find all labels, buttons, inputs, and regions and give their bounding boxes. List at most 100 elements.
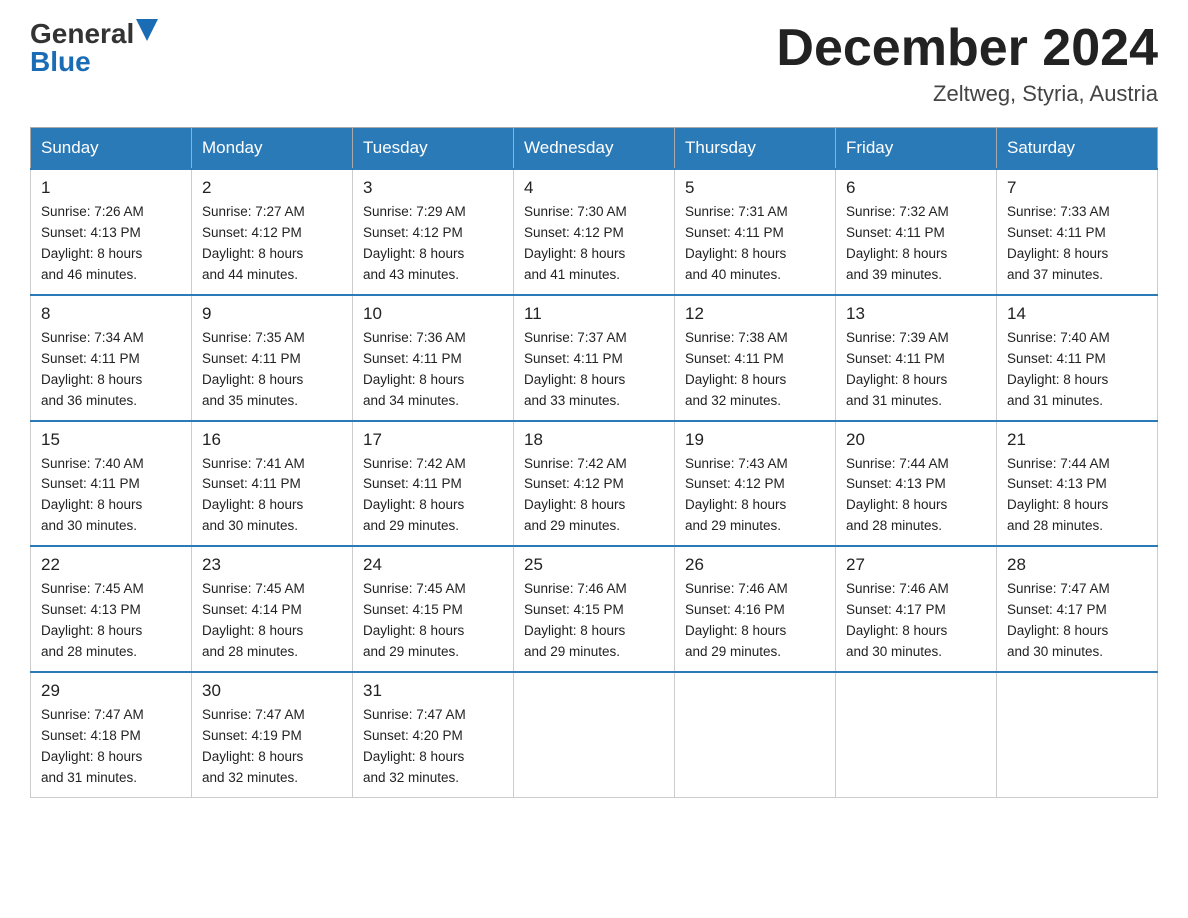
weekday-header-friday: Friday — [836, 128, 997, 170]
day-info: Sunrise: 7:45 AMSunset: 4:14 PMDaylight:… — [202, 579, 342, 663]
weekday-header-row: SundayMondayTuesdayWednesdayThursdayFrid… — [31, 128, 1158, 170]
calendar-cell — [997, 672, 1158, 797]
day-number: 4 — [524, 178, 664, 198]
calendar-cell: 20 Sunrise: 7:44 AMSunset: 4:13 PMDayligh… — [836, 421, 997, 547]
day-number: 29 — [41, 681, 181, 701]
calendar-cell: 5Sunrise: 7:31 AMSunset: 4:11 PMDaylight… — [675, 169, 836, 295]
month-title: December 2024 — [776, 20, 1158, 77]
calendar-week-row: 1 Sunrise: 7:26 AMSunset: 4:13 PMDaylight… — [31, 169, 1158, 295]
calendar-cell: 18 Sunrise: 7:42 AMSunset: 4:12 PMDayligh… — [514, 421, 675, 547]
calendar-cell: 4 Sunrise: 7:30 AMSunset: 4:12 PMDaylight… — [514, 169, 675, 295]
day-info: Sunrise: 7:45 AMSunset: 4:13 PMDaylight:… — [41, 579, 181, 663]
calendar-cell: 25Sunrise: 7:46 AMSunset: 4:15 PMDayligh… — [514, 546, 675, 672]
day-info: Sunrise: 7:44 AMSunset: 4:13 PMDaylight:… — [846, 454, 986, 538]
day-number: 10 — [363, 304, 503, 324]
day-number: 31 — [363, 681, 503, 701]
day-number: 26 — [685, 555, 825, 575]
weekday-header-saturday: Saturday — [997, 128, 1158, 170]
calendar-cell: 1 Sunrise: 7:26 AMSunset: 4:13 PMDaylight… — [31, 169, 192, 295]
calendar-cell: 21 Sunrise: 7:44 AMSunset: 4:13 PMDayligh… — [997, 421, 1158, 547]
calendar-week-row: 22Sunrise: 7:45 AMSunset: 4:13 PMDayligh… — [31, 546, 1158, 672]
calendar-cell: 2 Sunrise: 7:27 AMSunset: 4:12 PMDaylight… — [192, 169, 353, 295]
calendar-cell: 12 Sunrise: 7:38 AMSunset: 4:11 PMDayligh… — [675, 295, 836, 421]
day-info: Sunrise: 7:37 AMSunset: 4:11 PMDaylight:… — [524, 328, 664, 412]
day-info: Sunrise: 7:30 AMSunset: 4:12 PMDaylight:… — [524, 202, 664, 286]
day-info: Sunrise: 7:34 AMSunset: 4:11 PMDaylight:… — [41, 328, 181, 412]
day-info: Sunrise: 7:47 AMSunset: 4:20 PMDaylight:… — [363, 705, 503, 789]
calendar-cell: 9 Sunrise: 7:35 AMSunset: 4:11 PMDaylight… — [192, 295, 353, 421]
calendar-cell: 16 Sunrise: 7:41 AMSunset: 4:11 PMDayligh… — [192, 421, 353, 547]
day-number: 6 — [846, 178, 986, 198]
day-info: Sunrise: 7:47 AMSunset: 4:18 PMDaylight:… — [41, 705, 181, 789]
day-info: Sunrise: 7:33 AMSunset: 4:11 PMDaylight:… — [1007, 202, 1147, 286]
day-info: Sunrise: 7:47 AMSunset: 4:17 PMDaylight:… — [1007, 579, 1147, 663]
calendar-cell: 11 Sunrise: 7:37 AMSunset: 4:11 PMDayligh… — [514, 295, 675, 421]
day-number: 20 — [846, 430, 986, 450]
day-info: Sunrise: 7:44 AMSunset: 4:13 PMDaylight:… — [1007, 454, 1147, 538]
weekday-header-thursday: Thursday — [675, 128, 836, 170]
calendar-cell: 15Sunrise: 7:40 AMSunset: 4:11 PMDayligh… — [31, 421, 192, 547]
day-number: 30 — [202, 681, 342, 701]
day-info: Sunrise: 7:40 AMSunset: 4:11 PMDaylight:… — [1007, 328, 1147, 412]
day-number: 13 — [846, 304, 986, 324]
weekday-header-wednesday: Wednesday — [514, 128, 675, 170]
day-number: 18 — [524, 430, 664, 450]
day-number: 23 — [202, 555, 342, 575]
calendar-cell: 31 Sunrise: 7:47 AMSunset: 4:20 PMDayligh… — [353, 672, 514, 797]
calendar-cell: 8 Sunrise: 7:34 AMSunset: 4:11 PMDaylight… — [31, 295, 192, 421]
day-info: Sunrise: 7:42 AMSunset: 4:11 PMDaylight:… — [363, 454, 503, 538]
day-number: 3 — [363, 178, 503, 198]
logo-blue-text: Blue — [30, 48, 91, 76]
day-info: Sunrise: 7:41 AMSunset: 4:11 PMDaylight:… — [202, 454, 342, 538]
day-number: 12 — [685, 304, 825, 324]
calendar-cell: 22Sunrise: 7:45 AMSunset: 4:13 PMDayligh… — [31, 546, 192, 672]
day-number: 11 — [524, 304, 664, 324]
day-info: Sunrise: 7:43 AMSunset: 4:12 PMDaylight:… — [685, 454, 825, 538]
day-info: Sunrise: 7:39 AMSunset: 4:11 PMDaylight:… — [846, 328, 986, 412]
day-info: Sunrise: 7:36 AMSunset: 4:11 PMDaylight:… — [363, 328, 503, 412]
calendar-cell: 13 Sunrise: 7:39 AMSunset: 4:11 PMDayligh… — [836, 295, 997, 421]
day-info: Sunrise: 7:26 AMSunset: 4:13 PMDaylight:… — [41, 202, 181, 286]
calendar-cell: 28 Sunrise: 7:47 AMSunset: 4:17 PMDayligh… — [997, 546, 1158, 672]
day-number: 1 — [41, 178, 181, 198]
calendar-cell: 17 Sunrise: 7:42 AMSunset: 4:11 PMDayligh… — [353, 421, 514, 547]
calendar-cell — [514, 672, 675, 797]
day-number: 9 — [202, 304, 342, 324]
calendar-cell: 10 Sunrise: 7:36 AMSunset: 4:11 PMDayligh… — [353, 295, 514, 421]
day-number: 24 — [363, 555, 503, 575]
day-info: Sunrise: 7:38 AMSunset: 4:11 PMDaylight:… — [685, 328, 825, 412]
calendar-week-row: 8 Sunrise: 7:34 AMSunset: 4:11 PMDaylight… — [31, 295, 1158, 421]
day-number: 28 — [1007, 555, 1147, 575]
day-number: 8 — [41, 304, 181, 324]
calendar-cell — [836, 672, 997, 797]
day-info: Sunrise: 7:35 AMSunset: 4:11 PMDaylight:… — [202, 328, 342, 412]
day-number: 2 — [202, 178, 342, 198]
day-info: Sunrise: 7:47 AMSunset: 4:19 PMDaylight:… — [202, 705, 342, 789]
calendar-cell: 24 Sunrise: 7:45 AMSunset: 4:15 PMDayligh… — [353, 546, 514, 672]
day-number: 7 — [1007, 178, 1147, 198]
logo: General Blue — [30, 20, 158, 76]
calendar-cell — [675, 672, 836, 797]
day-number: 16 — [202, 430, 342, 450]
calendar-week-row: 15Sunrise: 7:40 AMSunset: 4:11 PMDayligh… — [31, 421, 1158, 547]
weekday-header-tuesday: Tuesday — [353, 128, 514, 170]
calendar-cell: 27Sunrise: 7:46 AMSunset: 4:17 PMDayligh… — [836, 546, 997, 672]
calendar-cell: 29 Sunrise: 7:47 AMSunset: 4:18 PMDayligh… — [31, 672, 192, 797]
day-number: 17 — [363, 430, 503, 450]
weekday-header-sunday: Sunday — [31, 128, 192, 170]
day-info: Sunrise: 7:45 AMSunset: 4:15 PMDaylight:… — [363, 579, 503, 663]
weekday-header-monday: Monday — [192, 128, 353, 170]
day-info: Sunrise: 7:46 AMSunset: 4:15 PMDaylight:… — [524, 579, 664, 663]
location-text: Zeltweg, Styria, Austria — [776, 81, 1158, 107]
calendar-cell: 19 Sunrise: 7:43 AMSunset: 4:12 PMDayligh… — [675, 421, 836, 547]
day-info: Sunrise: 7:27 AMSunset: 4:12 PMDaylight:… — [202, 202, 342, 286]
logo-triangle-icon — [136, 19, 158, 41]
calendar-week-row: 29 Sunrise: 7:47 AMSunset: 4:18 PMDayligh… — [31, 672, 1158, 797]
calendar-cell: 26Sunrise: 7:46 AMSunset: 4:16 PMDayligh… — [675, 546, 836, 672]
day-info: Sunrise: 7:32 AMSunset: 4:11 PMDaylight:… — [846, 202, 986, 286]
day-number: 14 — [1007, 304, 1147, 324]
day-number: 21 — [1007, 430, 1147, 450]
day-info: Sunrise: 7:42 AMSunset: 4:12 PMDaylight:… — [524, 454, 664, 538]
day-number: 5 — [685, 178, 825, 198]
day-number: 19 — [685, 430, 825, 450]
